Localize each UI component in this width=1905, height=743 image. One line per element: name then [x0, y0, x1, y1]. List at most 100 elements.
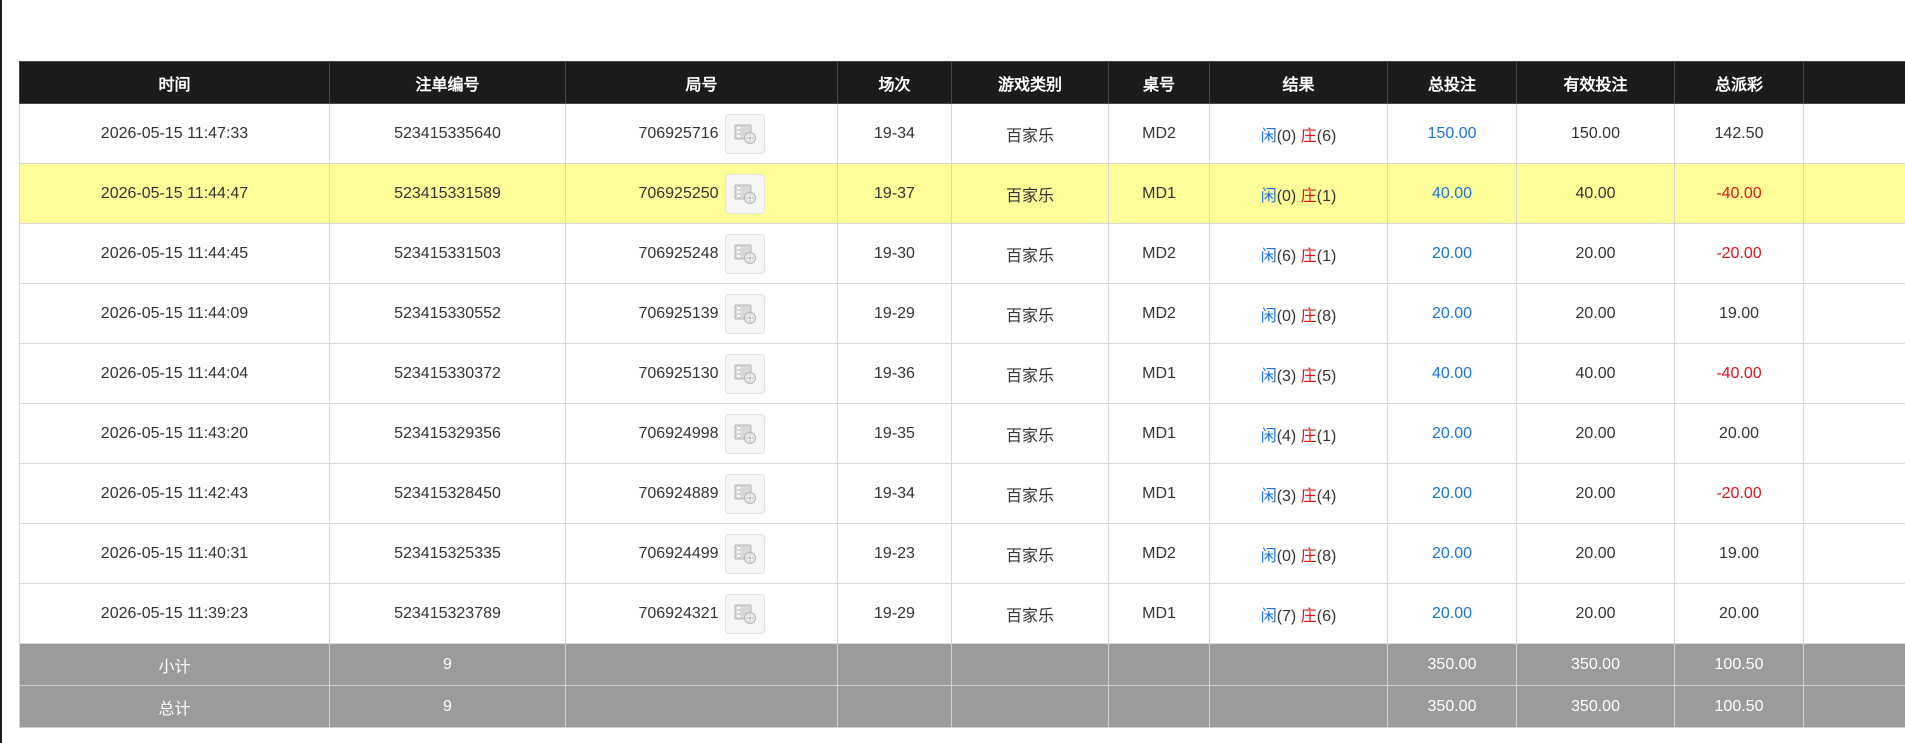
player-score: (0) — [1276, 187, 1297, 205]
player-label: 闲 — [1260, 427, 1277, 445]
cell-game-type: 百家乐 — [951, 523, 1109, 584]
round-number: 706925248 — [638, 244, 719, 262]
cell-bet-id: 523415331503 — [329, 223, 566, 284]
table-row: 2026-05-15 11:39:23 523415323789 7069243… — [19, 583, 1905, 644]
cell-game-type: 百家乐 — [951, 583, 1109, 644]
player-score: (6) — [1276, 247, 1297, 265]
round-number: 706925250 — [638, 184, 719, 202]
video-replay-icon[interactable] — [724, 233, 765, 274]
banker-score: (1) — [1316, 247, 1337, 265]
video-replay-icon[interactable] — [724, 293, 765, 334]
cell-round: 706925139 — [565, 283, 838, 344]
window-left-edge — [0, 0, 2, 743]
cell-table-no: MD1 — [1108, 403, 1210, 464]
video-replay-icon[interactable] — [724, 473, 765, 514]
cell-result: 闲(3) 庄(4) — [1209, 463, 1388, 524]
cell-shoe: 19-29 — [837, 283, 952, 344]
cell-game-type: 百家乐 — [951, 223, 1109, 284]
table-row: 2026-05-15 11:43:20 523415329356 7069249… — [19, 403, 1905, 464]
cell-total-bet: 20.00 — [1387, 463, 1517, 524]
grandtotal-empty-cell — [837, 685, 952, 728]
video-replay-icon[interactable] — [724, 173, 765, 214]
round-number: 706924889 — [638, 484, 719, 502]
grandtotal-row: 总计 9 350.00 350.00 100.50 — [19, 685, 1905, 728]
subtotal-payout: 100.50 — [1674, 643, 1804, 686]
subtotal-empty-cell — [1209, 643, 1388, 686]
table-row: 2026-05-15 11:47:33 523415335640 7069257… — [19, 103, 1905, 164]
cell-time: 2026-05-15 11:39:23 — [19, 583, 330, 644]
cell-time: 2026-05-15 11:47:33 — [19, 103, 330, 164]
cell-table-no: MD2 — [1108, 103, 1210, 164]
subtotal-empty-cell — [1108, 643, 1210, 686]
cell-bet-id: 523415330372 — [329, 343, 566, 404]
video-replay-icon[interactable] — [724, 413, 765, 454]
cell-extra — [1803, 283, 1905, 344]
player-label: 闲 — [1260, 127, 1277, 145]
grandtotal-count: 9 — [329, 685, 566, 728]
table-body: 2026-05-15 11:47:33 523415335640 7069257… — [19, 103, 1905, 644]
banker-label: 庄 — [1300, 367, 1317, 385]
video-replay-icon[interactable] — [724, 353, 765, 394]
cell-valid-bet: 20.00 — [1516, 583, 1675, 644]
cell-table-no: MD2 — [1108, 523, 1210, 584]
round-number: 706924499 — [638, 544, 719, 562]
cell-time: 2026-05-15 11:42:43 — [19, 463, 330, 524]
cell-time: 2026-05-15 11:44:04 — [19, 343, 330, 404]
banker-score: (5) — [1316, 367, 1337, 385]
cell-extra — [1803, 403, 1905, 464]
cell-time: 2026-05-15 11:44:45 — [19, 223, 330, 284]
cell-round: 706924321 — [565, 583, 838, 644]
table-row: 2026-05-15 11:44:47 523415331589 7069252… — [19, 163, 1905, 224]
banker-label: 庄 — [1300, 247, 1317, 265]
cell-round: 706924499 — [565, 523, 838, 584]
cell-game-type: 百家乐 — [951, 403, 1109, 464]
video-replay-icon[interactable] — [724, 533, 765, 574]
cell-result: 闲(0) 庄(8) — [1209, 283, 1388, 344]
round-number: 706925139 — [638, 304, 719, 322]
cell-shoe: 19-30 — [837, 223, 952, 284]
grandtotal-empty-cell — [951, 685, 1109, 728]
player-score: (3) — [1276, 487, 1297, 505]
round-number: 706924998 — [638, 424, 719, 442]
column-header-round: 局号 — [565, 61, 838, 104]
cell-time: 2026-05-15 11:44:47 — [19, 163, 330, 224]
column-header-payout: 总派彩 — [1674, 61, 1804, 104]
cell-bet-id: 523415330552 — [329, 283, 566, 344]
column-header-bet-id: 注单编号 — [329, 61, 566, 104]
cell-shoe: 19-36 — [837, 343, 952, 404]
player-score: (7) — [1276, 607, 1297, 625]
player-label: 闲 — [1260, 307, 1277, 325]
table-row: 2026-05-15 11:44:04 523415330372 7069251… — [19, 343, 1905, 404]
cell-extra — [1803, 103, 1905, 164]
cell-shoe: 19-34 — [837, 103, 952, 164]
cell-payout: 19.00 — [1674, 523, 1804, 584]
column-header-result: 结果 — [1209, 61, 1388, 104]
video-replay-icon[interactable] — [724, 593, 765, 634]
cell-game-type: 百家乐 — [951, 103, 1109, 164]
cell-total-bet: 20.00 — [1387, 523, 1517, 584]
cell-result: 闲(0) 庄(6) — [1209, 103, 1388, 164]
cell-payout: -20.00 — [1674, 223, 1804, 284]
cell-result: 闲(3) 庄(5) — [1209, 343, 1388, 404]
cell-time: 2026-05-15 11:43:20 — [19, 403, 330, 464]
cell-shoe: 19-29 — [837, 583, 952, 644]
cell-extra — [1803, 523, 1905, 584]
cell-total-bet: 20.00 — [1387, 403, 1517, 464]
banker-score: (8) — [1316, 307, 1337, 325]
cell-valid-bet: 150.00 — [1516, 103, 1675, 164]
cell-bet-id: 523415331589 — [329, 163, 566, 224]
subtotal-empty-cell — [1803, 643, 1905, 686]
cell-total-bet: 40.00 — [1387, 163, 1517, 224]
cell-game-type: 百家乐 — [951, 163, 1109, 224]
cell-bet-id: 523415329356 — [329, 403, 566, 464]
player-score: (4) — [1276, 427, 1297, 445]
cell-valid-bet: 20.00 — [1516, 403, 1675, 464]
column-header-total-bet: 总投注 — [1387, 61, 1517, 104]
subtotal-label: 小计 — [19, 643, 330, 686]
column-header-game-type: 游戏类别 — [951, 61, 1109, 104]
video-replay-icon[interactable] — [724, 113, 765, 154]
subtotal-total-bet: 350.00 — [1387, 643, 1517, 686]
cell-result: 闲(6) 庄(1) — [1209, 223, 1388, 284]
cell-round: 706924889 — [565, 463, 838, 524]
cell-round: 706925250 — [565, 163, 838, 224]
